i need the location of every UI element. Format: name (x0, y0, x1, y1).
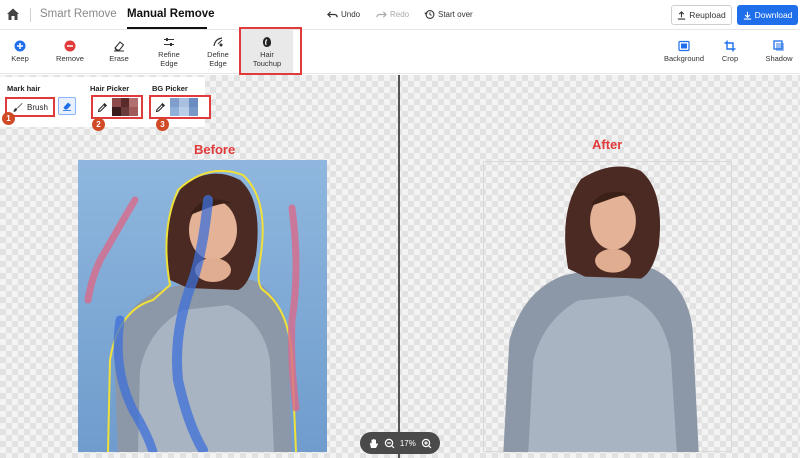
eyedropper-icon (155, 102, 165, 112)
background-label: Background (663, 54, 705, 64)
shadow-label: Shadow (765, 54, 793, 64)
sliders-icon (164, 38, 174, 46)
zoom-level: 17% (399, 438, 416, 448)
reupload-button[interactable]: Reupload (671, 5, 732, 25)
swatch-cell (188, 107, 198, 116)
crop-tool[interactable]: Crop (715, 30, 745, 74)
shadow-tool[interactable]: Shadow (761, 30, 797, 74)
reupload-label: Reupload (689, 10, 726, 20)
background-tool[interactable]: Background (660, 30, 708, 74)
erase-label: Erase (109, 54, 129, 64)
swatch-cell (188, 98, 198, 107)
redo-button[interactable]: Redo (376, 9, 409, 20)
swatch-cell (129, 107, 138, 116)
shadow-icon (773, 40, 784, 52)
hair-touchup-highlight (239, 27, 302, 75)
divider (30, 8, 31, 22)
bg-picker-label: BG Picker (152, 84, 188, 93)
define-edge-tool[interactable]: Define Edge (200, 30, 236, 74)
remove-tool[interactable]: Remove (53, 30, 87, 74)
crop-icon (724, 40, 736, 52)
plus-circle-icon (14, 40, 26, 52)
remove-label: Remove (56, 54, 84, 64)
eyedropper-icon (97, 102, 107, 112)
undo-label: Undo (341, 10, 361, 19)
tab-smart-remove[interactable]: Smart Remove (40, 8, 117, 20)
upload-icon (678, 10, 686, 20)
download-icon (743, 11, 751, 20)
after-photo[interactable] (483, 161, 732, 452)
tab-manual-remove[interactable]: Manual Remove (127, 8, 215, 20)
bg-picker[interactable] (149, 95, 211, 119)
minus-circle-icon (64, 40, 76, 52)
home-icon[interactable] (6, 7, 20, 21)
zoom-in-icon[interactable] (421, 438, 432, 449)
start-over-label: Start over (438, 10, 473, 19)
swatch-cell (129, 98, 138, 107)
background-icon (678, 41, 690, 52)
swatch-cell (170, 107, 180, 116)
erase-tool[interactable]: Erase (104, 30, 134, 74)
eraser-icon (114, 41, 125, 52)
active-tab-indicator (127, 27, 207, 29)
redo-icon (376, 11, 387, 18)
zoom-out-icon[interactable] (384, 438, 395, 449)
hand-icon[interactable] (368, 438, 379, 449)
define-edge-icon (213, 37, 223, 47)
bg-color-swatch (170, 98, 198, 116)
before-caption: Before (194, 142, 236, 157)
keep-label: Keep (11, 54, 29, 64)
download-button[interactable]: Download (737, 5, 798, 25)
undo-button[interactable]: Undo (327, 9, 360, 20)
undo-icon (327, 11, 338, 18)
download-label: Download (754, 10, 793, 20)
step-badge: 2 (92, 118, 105, 131)
crop-label: Crop (721, 54, 739, 64)
start-over-button[interactable]: Start over (424, 9, 473, 20)
tool-bar: Keep Remove Erase Refine Edge Define Edg… (0, 30, 800, 74)
define-edge-label-2: Edge (209, 58, 227, 68)
hair-picker[interactable] (91, 95, 143, 119)
step-badge: 1 (2, 112, 15, 125)
top-bar: Smart Remove Manual Remove Undo Redo Sta… (0, 0, 800, 30)
swatch-cell (120, 98, 130, 107)
swatch-cell (170, 98, 180, 107)
keep-tool[interactable]: Keep (5, 30, 35, 74)
swatch-cell (179, 107, 189, 116)
refine-edge-label-2: Edge (160, 58, 178, 68)
swatch-cell (179, 98, 189, 107)
after-caption: After (592, 137, 623, 152)
brush-icon (13, 102, 23, 112)
brush-label: Brush (27, 102, 48, 112)
mark-hair-label: Mark hair (7, 84, 41, 93)
before-photo[interactable] (78, 160, 327, 452)
swatch-cell (120, 107, 130, 116)
comparison-divider[interactable] (398, 75, 400, 458)
hair-color-swatch (112, 98, 138, 116)
history-icon (424, 10, 435, 19)
hair-picker-label: Hair Picker (90, 84, 130, 93)
swatch-cell (112, 107, 121, 116)
zoom-control: 17% (360, 432, 440, 454)
swatch-cell (112, 98, 121, 107)
refine-edge-tool[interactable]: Refine Edge (151, 30, 187, 74)
hair-eraser-button[interactable] (58, 97, 76, 115)
eraser-icon (63, 102, 71, 111)
redo-label: Redo (390, 10, 410, 19)
step-badge: 3 (156, 118, 169, 131)
